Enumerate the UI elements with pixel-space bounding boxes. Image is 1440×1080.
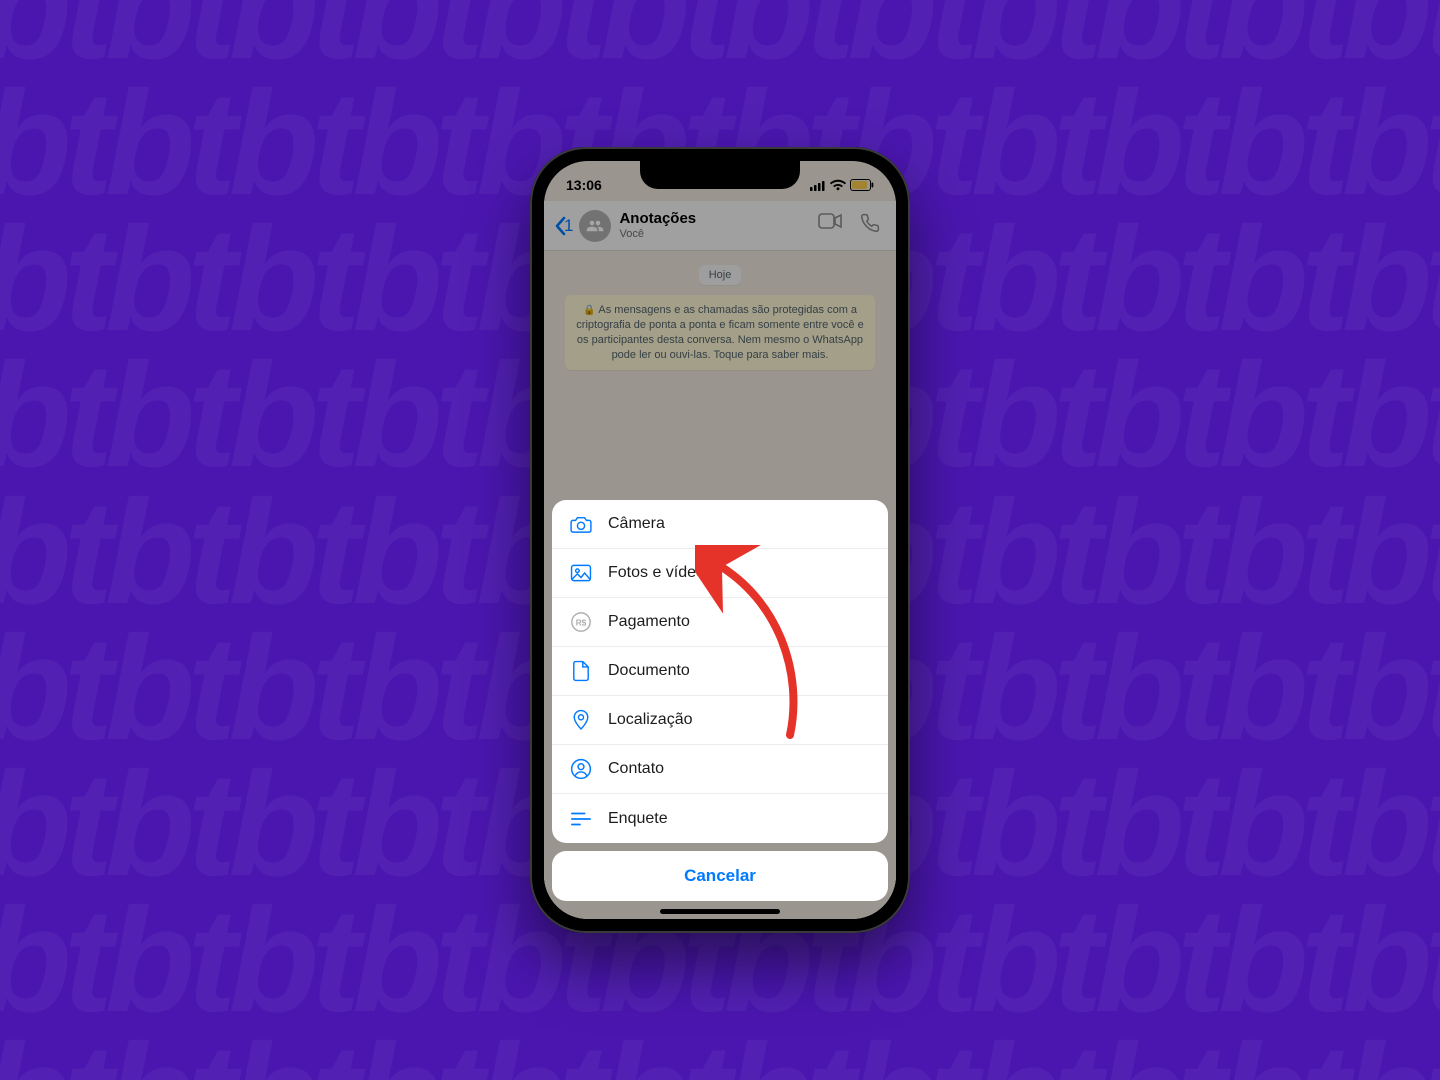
cancel-label: Cancelar — [684, 866, 756, 886]
attach-photos-videos-label: Fotos e vídeos — [608, 564, 713, 582]
location-pin-icon — [570, 709, 592, 731]
attach-action-sheet: Câmera Fotos e vídeos R$ Pagamento — [552, 500, 888, 843]
image-icon — [570, 564, 592, 582]
cancel-button[interactable]: Cancelar — [552, 851, 888, 901]
document-icon — [570, 660, 592, 682]
attach-camera[interactable]: Câmera — [552, 500, 888, 549]
poll-icon — [570, 810, 592, 828]
svg-text:R$: R$ — [576, 619, 587, 628]
attach-contact-label: Contato — [608, 760, 664, 778]
attach-location-label: Localização — [608, 711, 693, 729]
attach-contact[interactable]: Contato — [552, 745, 888, 794]
attach-photos-videos[interactable]: Fotos e vídeos — [552, 549, 888, 598]
attach-poll-label: Enquete — [608, 810, 668, 828]
camera-icon — [570, 515, 592, 533]
attach-document[interactable]: Documento — [552, 647, 888, 696]
phone-notch — [640, 161, 800, 189]
attach-document-label: Documento — [608, 662, 690, 680]
home-indicator[interactable] — [660, 909, 780, 914]
payment-icon: R$ — [570, 611, 592, 633]
attach-action-sheet-area: Câmera Fotos e vídeos R$ Pagamento — [544, 500, 896, 919]
attach-camera-label: Câmera — [608, 515, 665, 533]
attach-location[interactable]: Localização — [552, 696, 888, 745]
attach-poll[interactable]: Enquete — [552, 794, 888, 843]
phone-screen: 13:06 1 Anotações — [544, 161, 896, 919]
phone-frame: 13:06 1 Anotações — [530, 147, 910, 933]
attach-payment-label: Pagamento — [608, 613, 690, 631]
attach-payment[interactable]: R$ Pagamento — [552, 598, 888, 647]
contact-icon — [570, 758, 592, 780]
